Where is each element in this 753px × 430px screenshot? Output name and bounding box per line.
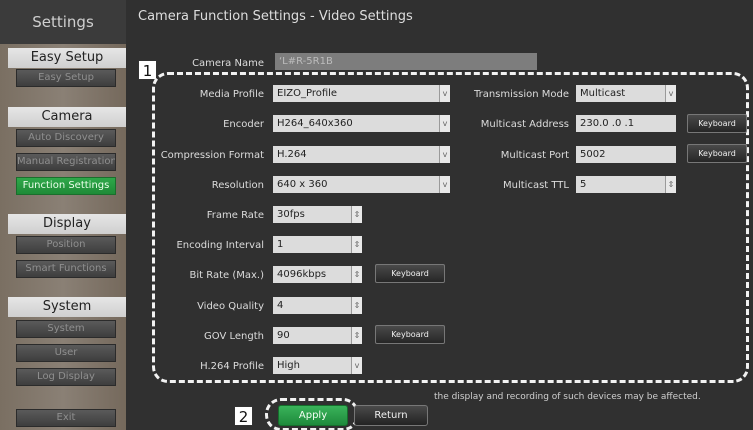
h264-profile-select[interactable]: High v [273,357,362,374]
chevron-down-icon[interactable]: v [351,357,362,374]
sidebar-item-auto-discovery[interactable]: Auto Discovery [16,129,116,147]
annotation-badge-1: 1 [138,60,157,80]
spin-arrows-icon[interactable]: ⇕ [665,176,676,193]
h264-profile-value: High [277,360,300,371]
spin-arrows-icon[interactable]: ⇕ [351,206,362,223]
frame-rate-value: 30fps [277,209,305,220]
encoder-select[interactable]: H264_640x360 v [273,115,450,132]
bit-rate-label: Bit Rate (Max.) [189,270,264,281]
gov-length-stepper[interactable]: 90 ⇕ [273,327,362,344]
bit-rate-keyboard-button[interactable]: Keyboard [375,264,445,283]
spin-arrows-icon[interactable]: ⇕ [351,327,362,344]
transmission-mode-select[interactable]: Multicast v [576,85,676,102]
chevron-down-icon[interactable]: v [439,115,450,132]
video-quality-label: Video Quality [197,301,264,312]
camera-name-field: ‘L#R-5R1B [275,53,537,70]
multicast-port-keyboard-button[interactable]: Keyboard [687,144,747,163]
page-title: Camera Function Settings - Video Setting… [138,9,413,24]
apply-button[interactable]: Apply [278,405,348,426]
sidebar-item-manual-registration[interactable]: Manual Registration [16,153,116,171]
multicast-port-field[interactable]: 5002 [576,146,676,163]
sidebar-item-function-settings[interactable]: Function Settings [16,177,116,195]
transmission-mode-label: Transmission Mode [473,89,569,100]
sidebar: Settings Easy Setup Easy Setup Camera Au… [0,0,126,430]
sidebar-title: Settings [0,0,126,44]
encoding-interval-label: Encoding Interval [176,240,264,251]
sidebar-item-user[interactable]: User [16,344,116,362]
sidebar-item-log-display[interactable]: Log Display [16,368,116,386]
encoding-interval-value: 1 [277,239,284,250]
transmission-mode-value: Multicast [580,88,626,99]
return-button[interactable]: Return [354,405,428,426]
compression-format-select[interactable]: H.264 v [273,146,450,163]
chevron-down-icon[interactable]: v [439,176,450,193]
compression-format-label: Compression Format [160,150,264,161]
video-quality-stepper[interactable]: 4 ⇕ [273,297,362,314]
chevron-down-icon[interactable]: v [439,85,450,102]
bit-rate-stepper[interactable]: 4096kbps ⇕ [273,266,362,283]
section-camera: Camera [8,107,126,127]
main-panel: Camera Function Settings - Video Setting… [126,0,753,430]
multicast-address-label: Multicast Address [480,119,569,130]
frame-rate-stepper[interactable]: 30fps ⇕ [273,206,362,223]
section-easy-setup: Easy Setup [8,48,126,68]
warning-note: the display and recording of such device… [434,392,701,402]
encoding-interval-stepper[interactable]: 1 ⇕ [273,236,362,253]
spin-arrows-icon[interactable]: ⇕ [351,236,362,253]
spin-arrows-icon[interactable]: ⇕ [351,266,362,283]
chevron-down-icon[interactable]: v [665,85,676,102]
encoder-value: H264_640x360 [277,118,353,129]
annotation-badge-2: 2 [234,406,253,426]
multicast-port-label: Multicast Port [500,150,569,161]
h264-profile-label: H.264 Profile [200,361,264,372]
video-quality-value: 4 [277,300,284,311]
encoder-label: Encoder [223,119,264,130]
media-profile-select[interactable]: EIZO_Profile v [273,85,450,102]
section-display: Display [8,214,126,234]
sidebar-item-easy-setup[interactable]: Easy Setup [16,69,116,87]
multicast-ttl-stepper[interactable]: 5 ⇕ [576,176,676,193]
multicast-address-keyboard-button[interactable]: Keyboard [687,114,747,133]
media-profile-label: Media Profile [199,89,264,100]
exit-button[interactable]: Exit [16,409,116,427]
sidebar-item-position[interactable]: Position [16,236,116,254]
spin-arrows-icon[interactable]: ⇕ [351,297,362,314]
section-system: System [8,297,126,317]
compression-format-value: H.264 [277,149,307,160]
resolution-select[interactable]: 640 x 360 v [273,176,450,193]
resolution-label: Resolution [211,180,264,191]
gov-length-value: 90 [277,330,290,341]
sidebar-item-smart-functions[interactable]: Smart Functions [16,260,116,278]
sidebar-item-system[interactable]: System [16,320,116,338]
chevron-down-icon[interactable]: v [439,146,450,163]
frame-rate-label: Frame Rate [206,210,264,221]
gov-length-keyboard-button[interactable]: Keyboard [375,325,445,344]
gov-length-label: GOV Length [204,331,264,342]
multicast-address-field[interactable]: 230.0 .0 .1 [576,115,676,132]
media-profile-value: EIZO_Profile [277,88,338,99]
multicast-ttl-label: Multicast TTL [503,180,569,191]
multicast-ttl-value: 5 [580,179,587,190]
bit-rate-value: 4096kbps [277,269,327,280]
camera-name-label: Camera Name [192,58,264,69]
resolution-value: 640 x 360 [277,179,328,190]
